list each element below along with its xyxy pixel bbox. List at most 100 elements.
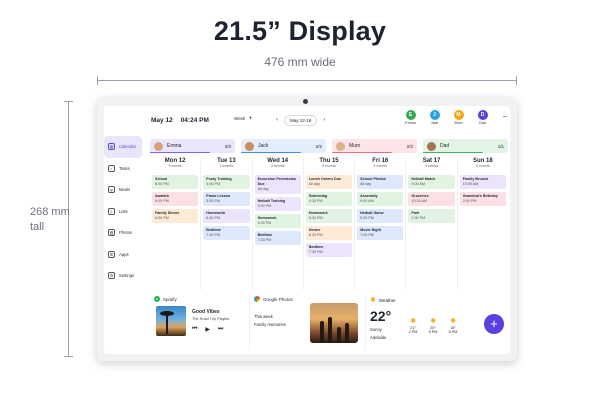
current-time: 04:24 PM [180, 116, 209, 124]
sidebar-item-apps[interactable]: ⊞ Apps [104, 244, 146, 266]
sidebar-item-meals[interactable]: ψ Meals [104, 179, 146, 201]
calendar-event[interactable]: Piano Lesson 5:30 PM [203, 192, 250, 206]
sidebar-item-label: Apps [119, 251, 129, 257]
avatar-initial: E [405, 110, 416, 120]
calendar-event[interactable]: Swimming 4:30 PM [305, 192, 353, 206]
event-time: 9:00 AM [360, 199, 374, 203]
forecast-hour: 8 PM [448, 330, 458, 334]
sun-icon: ✺ [410, 318, 416, 325]
calendar-event[interactable]: Excursion Permission Due All day [254, 175, 301, 194]
calendar-event[interactable]: Netball Match 9:00 AM [408, 175, 455, 189]
day-column: Wed 14 4 events Excursion Permission Due Al… [253, 158, 304, 290]
person-bar[interactable]: Mum 2/2 [332, 139, 417, 153]
avatar[interactable]: J Jack [426, 110, 443, 125]
sidebar-item-label: Settings [119, 273, 135, 279]
calendar-event[interactable]: Bedtime 7:30 PM [305, 243, 353, 257]
calendar-event[interactable]: Homework 6:30 PM [305, 209, 353, 223]
width-dimension-line [97, 76, 517, 85]
avatar[interactable]: M Mum [450, 110, 467, 125]
calendar-event[interactable]: Lunch Orders Due All day [305, 175, 353, 189]
add-button[interactable]: + [484, 314, 504, 334]
display-device: May 12 04:24 PM Week ▾ ‹ May 12-18 › E Em… [97, 97, 517, 361]
event-time: 4:30 PM [308, 199, 323, 203]
day-event-count: 4 events [424, 164, 439, 168]
calendar-event[interactable]: School Photos All day [357, 175, 404, 189]
calendar-event[interactable]: Grandma's Birthday 2:00 PM [459, 192, 506, 206]
person-bar[interactable]: Emma 3/3 [150, 139, 235, 153]
avatar-name: Dad [479, 121, 486, 125]
next-track-icon[interactable]: ⏭ [218, 326, 223, 333]
event-time: 10:00 AM [462, 182, 479, 186]
image-icon: ▨ [108, 229, 115, 237]
avatar[interactable]: E Emma [402, 110, 419, 125]
current-temp: 22° [370, 308, 392, 324]
spotify-icon: ≋ [154, 296, 160, 302]
wifi-icon: ⌔ [502, 116, 508, 122]
person-avatar [427, 141, 436, 151]
play-icon[interactable]: ▶ [205, 326, 210, 333]
sidebar-item-photos[interactable]: ▨ Photos [104, 222, 146, 244]
sidebar-item-label: Lists [119, 208, 128, 214]
day-event-count: 4 events [373, 164, 388, 168]
calendar-event[interactable]: Groceries 10:30 AM [408, 192, 455, 206]
view-selector[interactable]: Week ▾ [234, 115, 252, 121]
event-time: 5:30 PM [360, 216, 374, 220]
avatar-name: Mum [454, 121, 463, 125]
day-column: Tue 13 3 events Footy Training 4:00 PM Piano… [201, 158, 253, 290]
sidebar-item-calendar[interactable]: ▦ Calendar [104, 136, 142, 158]
date-time-display: May 12 04:24 PM [147, 113, 227, 127]
calendar-event[interactable]: Awatick 6:00 PM [152, 192, 199, 206]
calendar-event[interactable]: Bedtime 7:30 PM [254, 231, 301, 245]
sidebar: ▦ Calendar ✓ Tasks ψ Meals ≡ Lists ▨ Photos ⊞ Apps ⚙… [104, 136, 146, 354]
calendar-event[interactable]: Homework 6:30 PM [203, 209, 250, 223]
day-event-count: 3 events [168, 164, 182, 168]
avatar-initial: J [429, 110, 440, 120]
person-bar[interactable]: Jack 2/2 [241, 139, 326, 153]
calendar-event[interactable]: School 8:00 PM [152, 175, 199, 189]
week-range[interactable]: May 12-18 [284, 114, 318, 126]
progress-line [332, 151, 392, 153]
previous-track-icon[interactable]: ⏮ [192, 326, 197, 333]
event-time: 8:00 PM [155, 182, 169, 186]
spotify-widget[interactable]: ≋ Spotify Good Vibes The Road Trip Playli… [150, 294, 250, 350]
sidebar-item-tasks[interactable]: ✓ Tasks [104, 158, 146, 180]
person-task-count: 1/1 [497, 143, 504, 149]
progress-line [423, 151, 483, 153]
week-calendar: Mon 12 3 events School 8:00 PM Awatick 6:00 P… [150, 158, 508, 290]
prev-week-button[interactable]: ‹ [276, 117, 278, 123]
sidebar-item-label: Tasks [119, 165, 130, 171]
person-name: Dad [440, 143, 450, 149]
calendar-event[interactable]: Netball Game 5:30 PM [357, 209, 404, 223]
sidebar-item-lists[interactable]: ≡ Lists [104, 201, 146, 223]
calendar-event[interactable]: Family Dinner 6:00 PM [152, 209, 199, 223]
weather-city: Adelaide [370, 335, 387, 340]
person-name: Emma [167, 143, 182, 149]
person-avatar [336, 141, 345, 151]
google-photos-icon [254, 296, 260, 302]
calendar-event[interactable]: Homework 6:30 PM [254, 214, 301, 228]
person-bar[interactable]: Dad 1/1 [423, 139, 508, 153]
calendar-icon: ▦ [108, 143, 115, 151]
avatar-initial: D [477, 110, 488, 120]
calendar-event[interactable]: Footy Training 4:00 PM [203, 175, 250, 189]
calendar-event[interactable]: Assembly 9:00 AM [357, 192, 404, 206]
calendar-event[interactable]: Park 2:30 PM [408, 209, 455, 223]
calendar-event[interactable]: Movie Night 7:00 PM [357, 226, 404, 240]
calendar-event[interactable]: Dinner 6:30 PM [305, 226, 353, 240]
calendar-event[interactable]: Family Brunch 10:00 AM [459, 175, 506, 189]
google-photos-widget[interactable]: Google Photos This week Family memories [250, 294, 366, 350]
check-icon: ✓ [108, 164, 115, 172]
next-week-button[interactable]: › [323, 117, 325, 123]
calendar-event[interactable]: Bedtime 7:30 PM [203, 226, 250, 240]
current-date: May 12 [151, 116, 173, 124]
avatar[interactable]: D Dad [474, 110, 491, 125]
event-time: 2:00 PM [462, 199, 477, 203]
sun-icon: ✺ [430, 318, 436, 325]
event-time: 7:00 PM [360, 233, 374, 237]
day-event-count: 3 events [219, 164, 234, 168]
calendar-event[interactable]: Netball Training 4:00 PM [254, 197, 301, 211]
sidebar-item-label: Calendar [119, 144, 136, 150]
event-time: 6:00 PM [155, 199, 169, 203]
gear-icon: ⚙ [108, 272, 115, 280]
sidebar-item-settings[interactable]: ⚙ Settings [104, 265, 146, 287]
